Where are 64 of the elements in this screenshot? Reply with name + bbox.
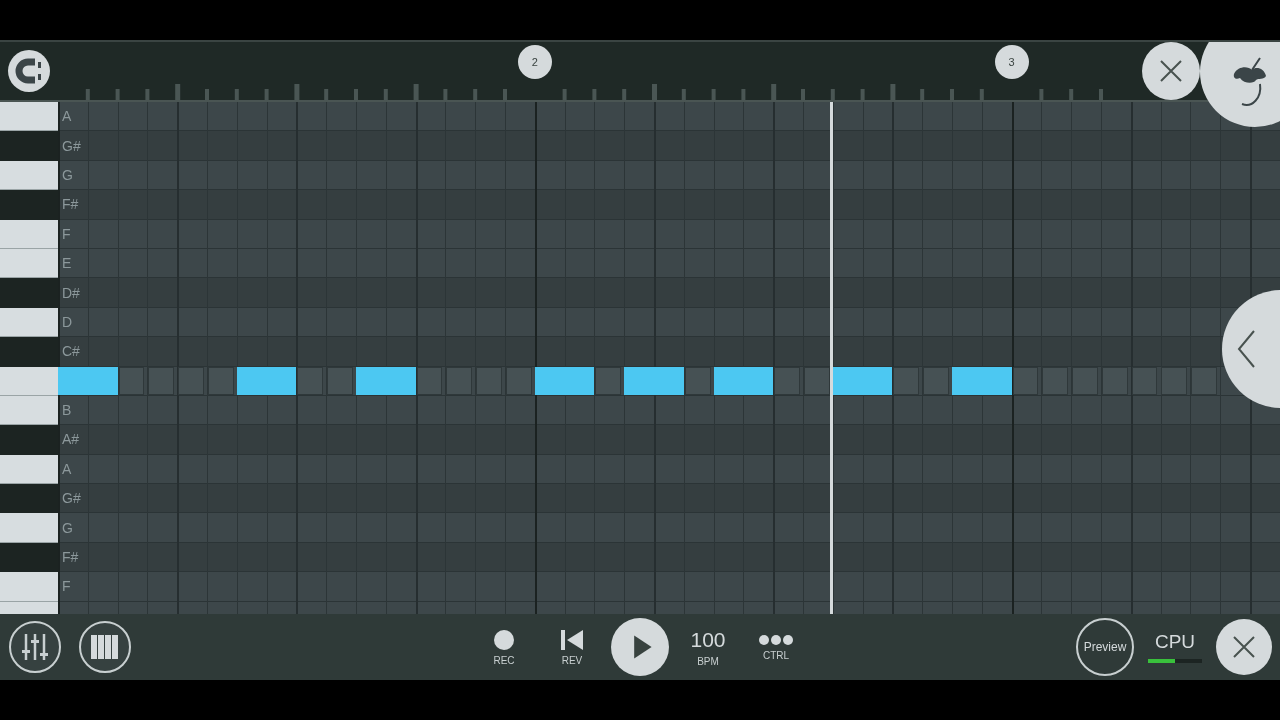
piano-key[interactable]	[0, 219, 58, 249]
note-name: A#	[61, 431, 80, 448]
piano-keys-icon[interactable]	[78, 620, 132, 674]
note-cell[interactable]	[58, 366, 88, 395]
close-button[interactable]	[1142, 42, 1200, 100]
grid-cell[interactable]	[476, 366, 502, 395]
note-cell[interactable]	[624, 366, 654, 395]
tempo-label: BPM	[697, 655, 719, 667]
skip-back-icon	[560, 628, 584, 651]
grid-cell[interactable]	[893, 366, 920, 395]
magnet-icon[interactable]	[8, 50, 50, 92]
record-icon	[493, 628, 515, 651]
piano-key[interactable]	[0, 160, 58, 191]
grid-cell[interactable]	[446, 366, 473, 395]
logo-icon[interactable]	[1200, 42, 1280, 128]
note-name: F	[61, 578, 71, 595]
piano-key[interactable]	[0, 454, 58, 485]
close-button[interactable]	[1216, 619, 1272, 675]
note-name: D#	[61, 284, 80, 301]
more-dots-icon	[758, 633, 794, 646]
note-cell[interactable]	[743, 366, 774, 395]
note-name: G#	[61, 137, 81, 154]
note-name: G	[61, 519, 73, 536]
tempo-value[interactable]: 100	[690, 627, 726, 652]
rewind-button[interactable]: REV	[538, 618, 606, 676]
piano-key[interactable]	[0, 248, 58, 279]
note-name: F	[61, 225, 71, 242]
cpu-label: CPU	[1154, 631, 1196, 653]
mixer-icon[interactable]	[8, 620, 62, 674]
note-name: G	[61, 166, 73, 183]
grid-cell[interactable]	[1072, 366, 1098, 395]
grid-cell[interactable]	[178, 366, 204, 395]
preview-button[interactable]: Preview	[1076, 618, 1134, 676]
grid-cell[interactable]	[595, 366, 622, 395]
grid-cell[interactable]	[1191, 366, 1218, 395]
bar-number[interactable]: 3	[994, 45, 1029, 79]
note-name: C#	[61, 343, 80, 360]
grid-cell[interactable]	[327, 366, 353, 395]
note-name: E	[61, 255, 72, 272]
piano-key[interactable]	[0, 542, 58, 573]
grid-cell[interactable]	[1161, 366, 1188, 395]
note-name: A	[61, 460, 72, 477]
more-button[interactable]: CTRL	[742, 618, 810, 676]
note-name: F#	[61, 549, 79, 566]
grid-cell[interactable]	[297, 366, 324, 395]
piano-key[interactable]	[0, 484, 58, 514]
close-icon	[1232, 635, 1256, 659]
piano-key[interactable]	[0, 102, 58, 132]
chevron-left-icon	[1236, 329, 1256, 369]
grid-cell[interactable]	[148, 366, 175, 395]
grid-cell[interactable]	[1042, 366, 1069, 395]
piano-key[interactable]	[0, 366, 58, 396]
piano-key[interactable]	[0, 395, 58, 426]
grid-cell[interactable]	[923, 366, 949, 395]
note-name: B	[61, 402, 72, 419]
bar-number[interactable]: 2	[517, 45, 552, 79]
note-name: D	[61, 313, 73, 330]
record-button[interactable]: REC	[470, 618, 538, 676]
piano-key[interactable]	[0, 307, 58, 338]
note-name: F#	[61, 196, 79, 213]
note-name: G#	[61, 490, 81, 507]
note-name: A	[61, 108, 72, 125]
close-icon	[1159, 59, 1183, 83]
grid-cell[interactable]	[774, 366, 800, 395]
